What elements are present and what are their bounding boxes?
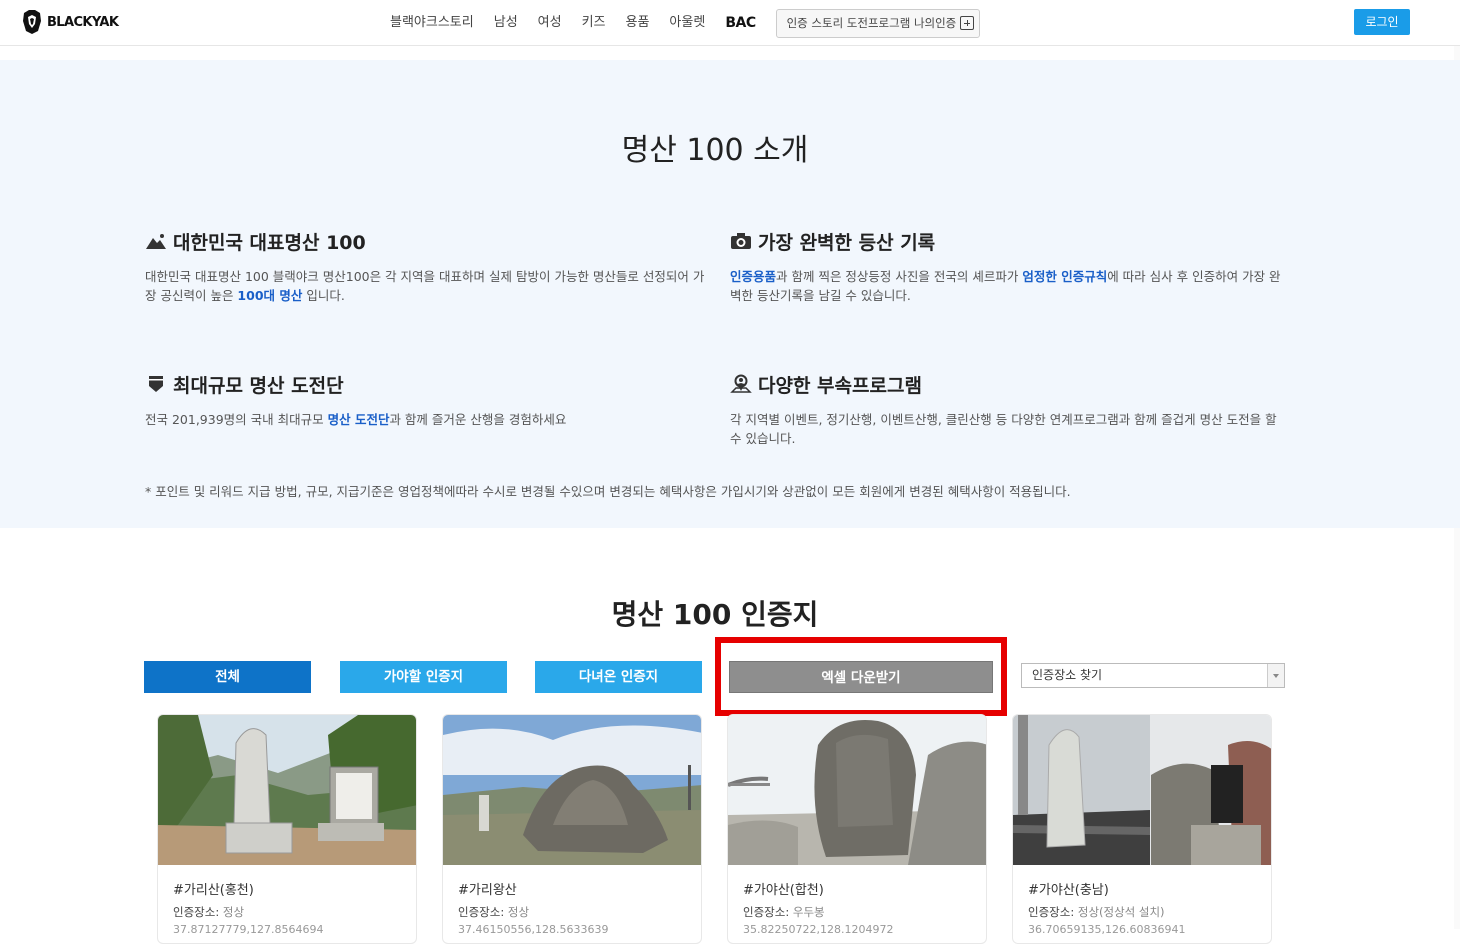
nav-item-men[interactable]: 남성 — [484, 8, 528, 38]
feature-text-a: 전국 201,939명의 국내 최대규모 — [145, 412, 328, 427]
card-mountain-name: #가야산(충남) — [1028, 883, 1109, 898]
nav-item-story[interactable]: 블랙야크스토리 — [390, 8, 484, 38]
feature-highlight: 명산 도전단 — [327, 412, 390, 427]
feature-text: 전국 201,939명의 국내 최대규모 명산 도전단과 함께 즐거운 산행을 … — [145, 410, 705, 429]
location-person-icon — [730, 374, 752, 393]
mountain-card[interactable]: #가리산(홍천) 인증장소: 정상 37.87127779,127.856469… — [157, 714, 417, 944]
feature-heading: 다양한 부속프로그램 — [730, 369, 1290, 399]
plus-box-icon[interactable] — [960, 16, 975, 30]
card-mountain-name: #가야산(합천) — [743, 883, 824, 898]
card-mountain-name: #가리산(홍천) — [173, 883, 254, 898]
feature-representative: 대한민국 대표명산 100 대한민국 대표명산 100 블랙야크 명산100은 … — [145, 226, 705, 305]
logo-text: BLACKYAK — [47, 14, 119, 30]
card-mountain-name: #가리왕산 — [458, 883, 517, 898]
summit-photo-gayasan-hapcheon — [728, 715, 986, 865]
cert-section-title: 명산 100 인증지 — [611, 598, 819, 631]
card-location-key: 인증장소: — [173, 905, 220, 919]
mountain-photo — [728, 715, 986, 865]
location-search-select[interactable]: 인증장소 찾기 — [1021, 663, 1285, 688]
login-button[interactable]: 로그인 — [1354, 9, 1410, 35]
feature-highlight: 엄정한 인증규칙 — [1022, 269, 1108, 284]
card-location: 인증장소: 정상 — [458, 904, 529, 920]
feature-heading: 가장 완벽한 등산 기록 — [730, 226, 1290, 256]
feature-title: 최대규모 명산 도전단 — [173, 374, 344, 397]
card-coordinates: 37.87127779,127.8564694 — [173, 923, 324, 936]
card-location-value: 우두봉 — [792, 905, 825, 919]
feature-title: 가장 완벽한 등산 기록 — [758, 231, 936, 254]
card-coordinates: 37.46150556,128.5633639 — [458, 923, 609, 936]
card-location-value: 정상 — [507, 905, 530, 919]
shield-icon — [149, 376, 163, 392]
filter-all-button[interactable]: 전체 — [144, 661, 311, 693]
feature-title: 다양한 부속프로그램 — [758, 374, 922, 397]
mountain-photo — [1013, 715, 1271, 865]
card-location-value: 정상(정상석 설치) — [1077, 905, 1165, 919]
highlight-box — [715, 637, 1007, 716]
select-value: 인증장소 찾기 — [1032, 668, 1103, 682]
mountain-photo — [443, 715, 701, 865]
mountain-card[interactable]: #가야산(합천) 인증장소: 우두봉 35.82250722,128.12049… — [727, 714, 987, 944]
mountain-card[interactable]: #가야산(충남) 인증장소: 정상(정상석 설치) 36.70659135,12… — [1012, 714, 1272, 944]
card-location-key: 인증장소: — [743, 905, 790, 919]
filter-visited-button[interactable]: 다녀온 인증지 — [535, 661, 702, 693]
blackyak-logo[interactable]: BLACKYAK — [21, 9, 119, 35]
card-location-key: 인증장소: — [458, 905, 505, 919]
summit-photo-garisan — [158, 715, 416, 865]
certification-menu[interactable]: 인증 스토리 도전프로그램 나의인증 — [775, 8, 981, 38]
feature-text-b: 과 함께 즐거운 산행을 경험하세요 — [389, 412, 567, 427]
card-location: 인증장소: 정상(정상석 설치) — [1028, 904, 1165, 920]
nav-item-outlet[interactable]: 아울렛 — [659, 8, 715, 38]
feature-text-b: 입니다. — [302, 288, 345, 303]
card-coordinates: 36.70659135,126.60836941 — [1028, 923, 1186, 936]
feature-heading: 최대규모 명산 도전단 — [145, 369, 705, 399]
nav-item-bac[interactable]: BAC — [715, 8, 765, 38]
feature-text-a: 과 함께 찍은 정상등정 사진을 전국의 셰르파가 — [776, 269, 1023, 284]
card-location: 인증장소: 정상 — [173, 904, 244, 920]
feature-heading: 대한민국 대표명산 100 — [145, 226, 705, 256]
header: BLACKYAK 블랙야크스토리 남성 여성 키즈 용품 아울렛 BAC 인증 … — [0, 0, 1460, 46]
feature-title: 대한민국 대표명산 100 — [173, 231, 366, 254]
yak-logo-icon — [23, 10, 41, 34]
feature-programs: 다양한 부속프로그램 각 지역별 이벤트, 정기산행, 이벤트산행, 클린산행 … — [730, 369, 1290, 448]
feature-text: 인증용품과 함께 찍은 정상등정 사진을 전국의 셰르파가 엄정한 인증규칙에 … — [730, 267, 1290, 305]
feature-record: 가장 완벽한 등산 기록 인증용품과 함께 찍은 정상등정 사진을 전국의 셰르… — [730, 226, 1290, 305]
nav-item-kids[interactable]: 키즈 — [572, 8, 616, 38]
feature-highlight: 100대 명산 — [237, 288, 303, 303]
certification-menu-label: 인증 스토리 도전프로그램 나의인증 — [786, 16, 957, 30]
card-coordinates: 35.82250722,128.1204972 — [743, 923, 894, 936]
filter-to-go-button[interactable]: 가야할 인증지 — [340, 661, 507, 693]
camera-icon — [731, 233, 751, 249]
feature-challengers: 최대규모 명산 도전단 전국 201,939명의 국내 최대규모 명산 도전단과… — [145, 369, 705, 429]
feature-text-a: 대한민국 대표명산 100 블랙야크 명산100은 각 지역을 대표하며 실제 … — [145, 269, 705, 303]
feature-text: 대한민국 대표명산 100 블랙야크 명산100은 각 지역을 대표하며 실제 … — [145, 267, 705, 305]
intro-section: 명산 100 소개 대한민국 대표명산 100 대한민국 대표명산 100 블랙… — [0, 60, 1460, 528]
mountain-card[interactable]: #가리왕산 인증장소: 정상 37.46150556,128.5633639 — [442, 714, 702, 944]
mountain-photo — [158, 715, 416, 865]
summit-photo-gariwangsan — [443, 715, 701, 865]
disclaimer-text: * 포인트 및 리워드 지급 방법, 규모, 지급기준은 영업정책에따라 수시로… — [145, 484, 1071, 499]
feature-highlight: 인증용품 — [730, 269, 777, 284]
chevron-down-icon[interactable] — [1267, 664, 1284, 687]
card-location-value: 정상 — [222, 905, 245, 919]
summit-photo-gayasan-chungnam — [1013, 715, 1271, 865]
intro-title: 명산 100 소개 — [621, 133, 809, 168]
nav-item-gear[interactable]: 용품 — [616, 8, 660, 38]
card-location: 인증장소: 우두봉 — [743, 904, 825, 920]
card-location-key: 인증장소: — [1028, 905, 1075, 919]
main-nav: 블랙야크스토리 남성 여성 키즈 용품 아울렛 BAC 인증 스토리 도전프로그… — [390, 8, 981, 38]
feature-text: 각 지역별 이벤트, 정기산행, 이벤트산행, 클린산행 등 다양한 연계프로그… — [730, 412, 1277, 446]
mountain-icon — [146, 234, 166, 249]
nav-item-women[interactable]: 여성 — [528, 8, 572, 38]
